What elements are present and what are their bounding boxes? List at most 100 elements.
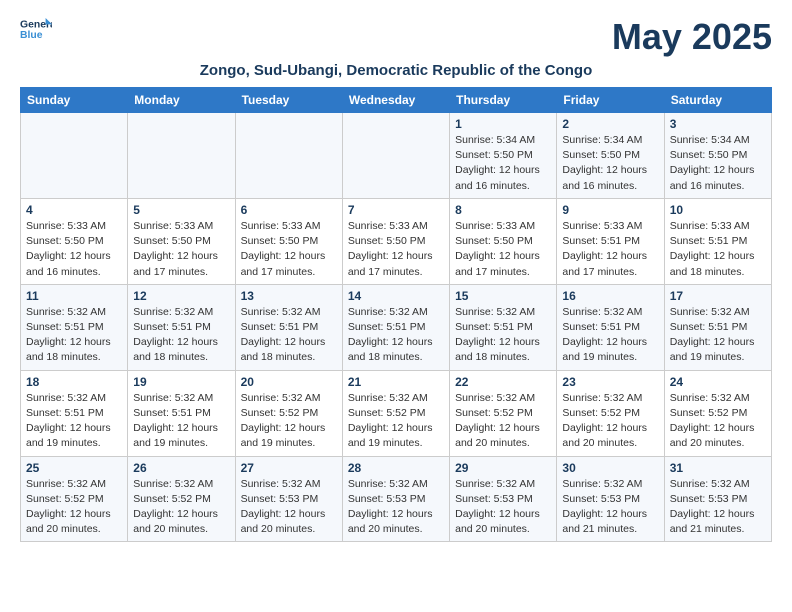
day-number: 12 — [133, 289, 229, 303]
calendar-cell: 3 Sunrise: 5:34 AM Sunset: 5:50 PM Daylig… — [664, 113, 771, 199]
calendar-table: SundayMondayTuesdayWednesdayThursdayFrid… — [20, 87, 772, 542]
calendar-week-5: 25 Sunrise: 5:32 AM Sunset: 5:52 PM Dayli… — [21, 456, 772, 542]
day-info: Sunrise: 5:32 AM Sunset: 5:53 PM Dayligh… — [562, 477, 658, 538]
logo: General Blue — [20, 16, 52, 44]
day-info: Sunrise: 5:32 AM Sunset: 5:52 PM Dayligh… — [348, 391, 444, 452]
day-number: 7 — [348, 203, 444, 217]
day-number: 8 — [455, 203, 551, 217]
calendar-cell: 23 Sunrise: 5:32 AM Sunset: 5:52 PM Dayli… — [557, 370, 664, 456]
calendar-cell: 14 Sunrise: 5:32 AM Sunset: 5:51 PM Dayli… — [342, 284, 449, 370]
calendar-cell: 16Sunrise: 5:32 AM Sunset: 5:51 PM Dayli… — [557, 284, 664, 370]
day-info: Sunrise: 5:33 AM Sunset: 5:50 PM Dayligh… — [455, 219, 551, 280]
svg-text:Blue: Blue — [20, 30, 43, 41]
calendar-cell — [21, 113, 128, 199]
calendar-cell: 31 Sunrise: 5:32 AM Sunset: 5:53 PM Dayli… — [664, 456, 771, 542]
day-number: 1 — [455, 117, 551, 131]
calendar-cell: 27 Sunrise: 5:32 AM Sunset: 5:53 PM Dayli… — [235, 456, 342, 542]
day-number: 19 — [133, 375, 229, 389]
day-info: Sunrise: 5:32 AM Sunset: 5:53 PM Dayligh… — [455, 477, 551, 538]
day-number: 31 — [670, 461, 766, 475]
day-info: Sunrise: 5:33 AM Sunset: 5:50 PM Dayligh… — [133, 219, 229, 280]
day-number: 21 — [348, 375, 444, 389]
calendar-cell: 19 Sunrise: 5:32 AM Sunset: 5:51 PM Dayli… — [128, 370, 235, 456]
day-info: Sunrise: 5:34 AM Sunset: 5:50 PM Dayligh… — [562, 133, 658, 194]
day-number: 5 — [133, 203, 229, 217]
calendar-cell: 9Sunrise: 5:33 AM Sunset: 5:51 PM Daylig… — [557, 198, 664, 284]
day-info: Sunrise: 5:32 AM Sunset: 5:52 PM Dayligh… — [455, 391, 551, 452]
day-info: Sunrise: 5:32 AM Sunset: 5:52 PM Dayligh… — [241, 391, 337, 452]
calendar-cell: 22 Sunrise: 5:32 AM Sunset: 5:52 PM Dayli… — [450, 370, 557, 456]
weekday-saturday: Saturday — [664, 88, 771, 113]
day-number: 25 — [26, 461, 122, 475]
weekday-tuesday: Tuesday — [235, 88, 342, 113]
day-info: Sunrise: 5:33 AM Sunset: 5:50 PM Dayligh… — [348, 219, 444, 280]
day-info: Sunrise: 5:33 AM Sunset: 5:51 PM Dayligh… — [670, 219, 766, 280]
day-number: 26 — [133, 461, 229, 475]
weekday-thursday: Thursday — [450, 88, 557, 113]
calendar-cell: 13Sunrise: 5:32 AM Sunset: 5:51 PM Dayli… — [235, 284, 342, 370]
day-number: 16 — [562, 289, 658, 303]
day-info: Sunrise: 5:32 AM Sunset: 5:51 PM Dayligh… — [455, 305, 551, 366]
day-info: Sunrise: 5:32 AM Sunset: 5:51 PM Dayligh… — [133, 305, 229, 366]
month-title: May 2025 — [612, 16, 772, 58]
day-info: Sunrise: 5:33 AM Sunset: 5:50 PM Dayligh… — [26, 219, 122, 280]
day-info: Sunrise: 5:32 AM Sunset: 5:51 PM Dayligh… — [241, 305, 337, 366]
calendar-cell: 10 Sunrise: 5:33 AM Sunset: 5:51 PM Dayli… — [664, 198, 771, 284]
day-number: 23 — [562, 375, 658, 389]
calendar-cell: 6 Sunrise: 5:33 AM Sunset: 5:50 PM Daylig… — [235, 198, 342, 284]
day-number: 10 — [670, 203, 766, 217]
calendar-cell: 4Sunrise: 5:33 AM Sunset: 5:50 PM Daylig… — [21, 198, 128, 284]
day-number: 17 — [670, 289, 766, 303]
day-info: Sunrise: 5:32 AM Sunset: 5:51 PM Dayligh… — [348, 305, 444, 366]
day-number: 27 — [241, 461, 337, 475]
day-info: Sunrise: 5:32 AM Sunset: 5:52 PM Dayligh… — [562, 391, 658, 452]
day-number: 9 — [562, 203, 658, 217]
day-info: Sunrise: 5:32 AM Sunset: 5:52 PM Dayligh… — [133, 477, 229, 538]
day-info: Sunrise: 5:32 AM Sunset: 5:52 PM Dayligh… — [26, 477, 122, 538]
calendar-cell: 21 Sunrise: 5:32 AM Sunset: 5:52 PM Dayli… — [342, 370, 449, 456]
day-info: Sunrise: 5:32 AM Sunset: 5:51 PM Dayligh… — [26, 391, 122, 452]
day-info: Sunrise: 5:32 AM Sunset: 5:53 PM Dayligh… — [348, 477, 444, 538]
day-number: 14 — [348, 289, 444, 303]
calendar-cell: 1Sunrise: 5:34 AM Sunset: 5:50 PM Daylig… — [450, 113, 557, 199]
day-number: 22 — [455, 375, 551, 389]
calendar-cell: 2 Sunrise: 5:34 AM Sunset: 5:50 PM Daylig… — [557, 113, 664, 199]
calendar-cell: 20 Sunrise: 5:32 AM Sunset: 5:52 PM Dayli… — [235, 370, 342, 456]
calendar-cell — [235, 113, 342, 199]
calendar-cell: 26 Sunrise: 5:32 AM Sunset: 5:52 PM Dayli… — [128, 456, 235, 542]
calendar-cell: 30Sunrise: 5:32 AM Sunset: 5:53 PM Dayli… — [557, 456, 664, 542]
calendar-week-2: 4Sunrise: 5:33 AM Sunset: 5:50 PM Daylig… — [21, 198, 772, 284]
page-header: General Blue May 2025 — [20, 16, 772, 58]
day-number: 15 — [455, 289, 551, 303]
day-number: 6 — [241, 203, 337, 217]
day-info: Sunrise: 5:32 AM Sunset: 5:51 PM Dayligh… — [133, 391, 229, 452]
day-number: 20 — [241, 375, 337, 389]
day-info: Sunrise: 5:32 AM Sunset: 5:52 PM Dayligh… — [670, 391, 766, 452]
logo-icon: General Blue — [20, 16, 52, 44]
weekday-monday: Monday — [128, 88, 235, 113]
calendar-cell: 12 Sunrise: 5:32 AM Sunset: 5:51 PM Dayli… — [128, 284, 235, 370]
calendar-cell: 7 Sunrise: 5:33 AM Sunset: 5:50 PM Daylig… — [342, 198, 449, 284]
day-number: 3 — [670, 117, 766, 131]
day-info: Sunrise: 5:33 AM Sunset: 5:50 PM Dayligh… — [241, 219, 337, 280]
calendar-cell — [128, 113, 235, 199]
day-number: 2 — [562, 117, 658, 131]
day-number: 24 — [670, 375, 766, 389]
day-info: Sunrise: 5:32 AM Sunset: 5:53 PM Dayligh… — [241, 477, 337, 538]
calendar-cell: 15 Sunrise: 5:32 AM Sunset: 5:51 PM Dayli… — [450, 284, 557, 370]
day-number: 11 — [26, 289, 122, 303]
day-number: 28 — [348, 461, 444, 475]
day-number: 18 — [26, 375, 122, 389]
calendar-cell: 18 Sunrise: 5:32 AM Sunset: 5:51 PM Dayli… — [21, 370, 128, 456]
calendar-cell — [342, 113, 449, 199]
calendar-cell: 24 Sunrise: 5:32 AM Sunset: 5:52 PM Dayli… — [664, 370, 771, 456]
day-info: Sunrise: 5:34 AM Sunset: 5:50 PM Dayligh… — [670, 133, 766, 194]
calendar-body: 1 Sunrise: 5:34 AM Sunset: 5:50 PM Daylig… — [21, 113, 772, 542]
calendar-cell: 28 Sunrise: 5:32 AM Sunset: 5:53 PM Dayli… — [342, 456, 449, 542]
calendar-cell: 8 Sunrise: 5:33 AM Sunset: 5:50 PM Daylig… — [450, 198, 557, 284]
calendar-cell: 17Sunrise: 5:32 AM Sunset: 5:51 PM Dayli… — [664, 284, 771, 370]
weekday-friday: Friday — [557, 88, 664, 113]
subtitle: Zongo, Sud-Ubangi, Democratic Republic o… — [20, 62, 772, 79]
day-info: Sunrise: 5:32 AM Sunset: 5:53 PM Dayligh… — [670, 477, 766, 538]
calendar-week-3: 11 Sunrise: 5:32 AM Sunset: 5:51 PM Dayli… — [21, 284, 772, 370]
